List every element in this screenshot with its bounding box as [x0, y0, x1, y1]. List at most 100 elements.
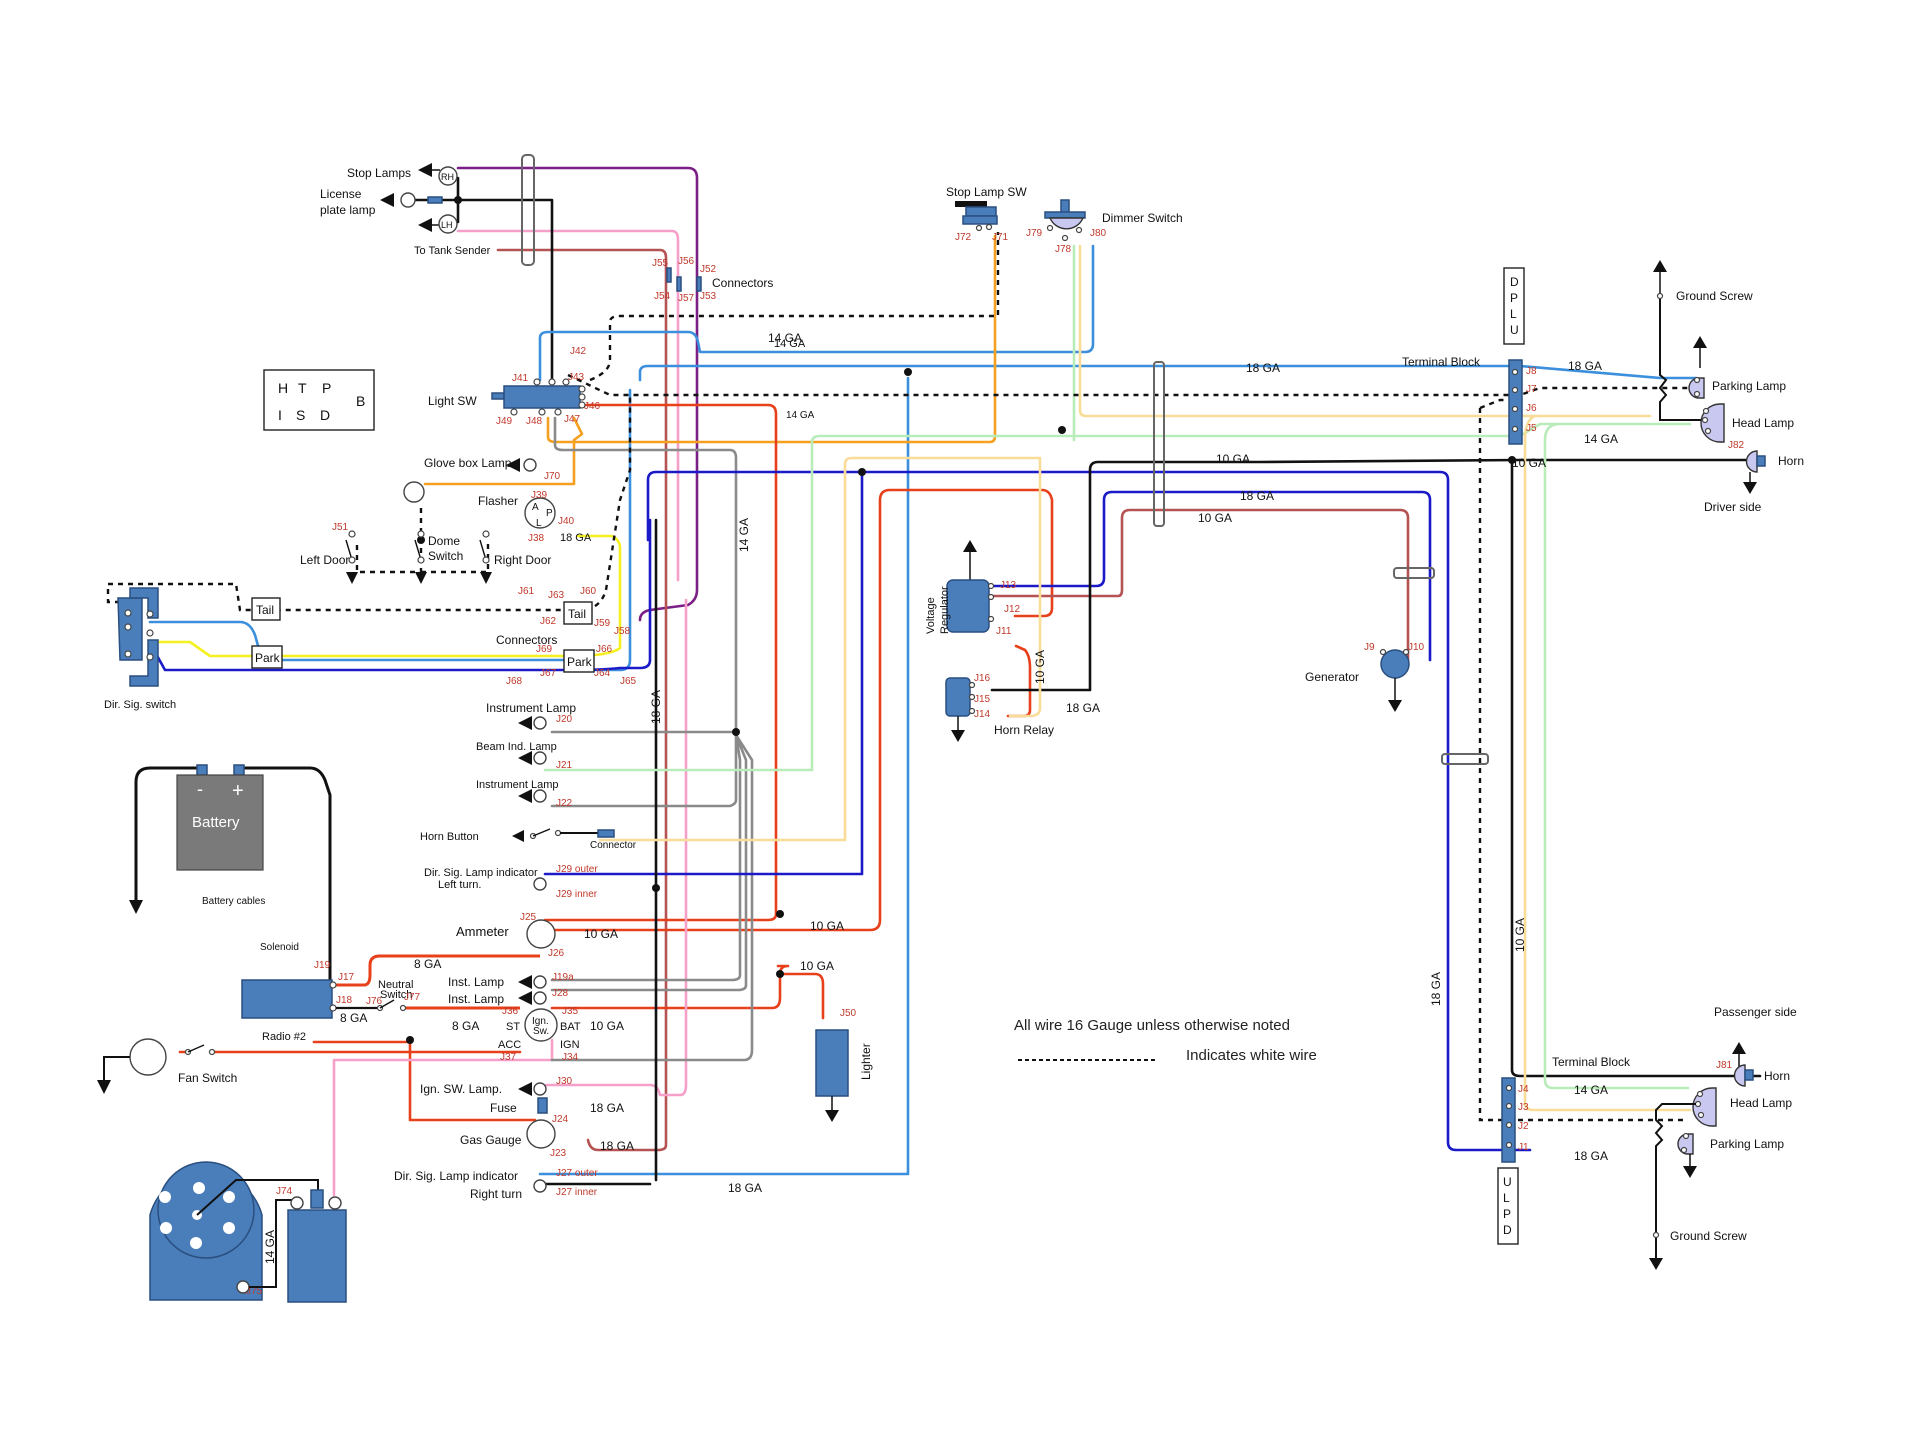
bat-gauge: 10 GA: [590, 1019, 624, 1033]
j43-label: J43: [568, 372, 585, 383]
j53-label: J53: [700, 291, 717, 302]
ground-arrow-icon: [1683, 1166, 1697, 1178]
junction-dot: [776, 970, 784, 978]
ign-sw-lamp: [533, 1082, 547, 1096]
ground-arrow-icon: [1743, 482, 1757, 494]
j24-label: J24: [552, 1114, 569, 1125]
right-door-label: Right Door: [494, 553, 551, 567]
tank-sender-label: To Tank Sender: [414, 245, 491, 257]
rear-lamps: Stop Lamps RH License plate lamp LH To T…: [320, 163, 773, 304]
light-switch: Light SW J41 J42 J43 J46 J47 J48 J49: [428, 346, 601, 427]
plate-p-pass: P: [1503, 1207, 1511, 1221]
j27-inner-label: J27 inner: [556, 1187, 598, 1198]
power-section: - + Battery Battery cables Solenoid J19 …: [97, 764, 421, 1303]
ammeter: [526, 919, 556, 949]
j65-label: J65: [620, 676, 637, 687]
j12-label: J12: [1004, 604, 1021, 615]
switch-position-legend: H T P I S D B: [263, 369, 375, 431]
inline-connector: [427, 196, 443, 204]
legend-h: H: [278, 380, 288, 396]
j30-label: J30: [556, 1076, 573, 1087]
wire-black-passenger: [1510, 458, 1762, 1078]
wire-white-trunk: [589, 232, 1000, 382]
horn-connector-label: Connector: [590, 840, 637, 851]
gas-gauge: [526, 1119, 556, 1149]
ground-arrow-icon: [1732, 1042, 1746, 1054]
passenger-head-lamp-label: Head Lamp: [1730, 1096, 1792, 1110]
passenger-parking-lamp-label: Parking Lamp: [1710, 1137, 1784, 1151]
j35-label: J35: [562, 1006, 579, 1017]
j2-label: J2: [1518, 1121, 1529, 1132]
j49-label: J49: [496, 416, 513, 427]
j67-label: J67: [540, 668, 557, 679]
gas-gauge-label: Gas Gauge: [460, 1133, 522, 1147]
j5-label: J5: [1526, 423, 1537, 434]
terminal-block-label-driver: Terminal Block: [1402, 355, 1481, 369]
ground-arrow-icon: [1693, 336, 1707, 348]
j72-label: J72: [955, 232, 972, 243]
license-lamp-label-2: plate lamp: [320, 203, 376, 217]
plate-u: U: [1510, 323, 1519, 337]
dome-switch-label-1: Dome: [428, 534, 460, 548]
j11-label: J11: [996, 626, 1012, 637]
j64-label: J64: [594, 668, 611, 679]
fuse-gauge: 18 GA: [590, 1101, 624, 1115]
battery-minus-label: -: [197, 779, 203, 799]
glove-box-lamp-label: Glove box Lamp: [424, 456, 512, 470]
j56-label: J56: [678, 256, 695, 267]
dome-switch-label-2: Switch: [428, 549, 463, 563]
legend-s: S: [296, 407, 305, 423]
lh-label: LH: [441, 220, 453, 230]
dir-right-label-2: Right turn: [470, 1187, 522, 1201]
tail-label: Tail: [256, 603, 274, 617]
gas-gauge-wire-gauge: 18 GA: [600, 1139, 634, 1153]
front-passenger-side: 10 GA 18 GA Terminal Block J4 J3 J2 J1 1…: [1429, 918, 1797, 1270]
license-plate-lamp: [400, 192, 416, 208]
battery-cables-label: Battery cables: [202, 896, 265, 907]
j26-label: J26: [548, 948, 565, 959]
generator-label: Generator: [1305, 670, 1359, 684]
j18-gauge: 8 GA: [340, 1011, 367, 1025]
light-switch-label: Light SW: [428, 394, 477, 408]
dir-left-label-1: Dir. Sig. Lamp indicator: [424, 867, 538, 879]
j19-label: J19: [314, 960, 331, 971]
j37-label: J37: [500, 1052, 517, 1063]
radio-label: Radio #2: [262, 1031, 306, 1043]
firewall-components: Stop Lamp SW J72 J71 Dimmer Switch J79 J…: [768, 185, 1425, 742]
j28-label: J28: [552, 988, 569, 999]
junction-dot: [732, 728, 740, 736]
j16-label: J16: [974, 673, 991, 684]
legend-p: P: [322, 380, 331, 396]
flasher-p: P: [546, 508, 553, 519]
beam-ind-lamp-label: Beam Ind. Lamp: [476, 741, 557, 753]
j25-label: J25: [520, 912, 537, 923]
interior-lamps: Glove box Lamp J70 Flasher A P L J39 J40…: [300, 456, 592, 584]
j1-label: J1: [1518, 1142, 1529, 1153]
junction-dot: [652, 884, 660, 892]
j13-label: J13: [1000, 580, 1017, 591]
solenoid: [241, 979, 333, 1019]
light-switch-body: [503, 385, 581, 409]
driver-ground-screw-label: Ground Screw: [1676, 289, 1753, 303]
j22-label: J22: [556, 798, 573, 809]
ground-arrow-icon: [518, 975, 532, 989]
passenger-side-label: Passenger side: [1714, 1005, 1797, 1019]
ground-arrow-icon: [129, 900, 143, 914]
driver-horn-label: Horn: [1778, 454, 1804, 468]
ign-sw-lamp-label: Ign. SW. Lamp.: [420, 1082, 502, 1096]
connector-j52: [696, 276, 702, 292]
ground-arrow-icon: [518, 716, 532, 730]
gauge-14-top: 14 GA: [768, 331, 802, 345]
gauge-18-main: 18 GA: [1246, 361, 1280, 375]
j15-label: J15: [974, 694, 991, 705]
passenger-horn-label: Horn: [1764, 1069, 1790, 1083]
j47-label: J47: [564, 414, 581, 425]
gauge-18-top: 18 GA: [1240, 489, 1274, 503]
connector-j56: [676, 276, 682, 292]
inst-lamp-a: [533, 975, 547, 989]
ign-acc-label: ACC: [498, 1039, 521, 1051]
j9-label: J9: [1364, 642, 1375, 653]
ammeter-label: Ammeter: [456, 924, 509, 939]
j27-outer-label: J27 outer: [556, 1168, 598, 1179]
wire-brown-tank: [496, 248, 668, 1152]
